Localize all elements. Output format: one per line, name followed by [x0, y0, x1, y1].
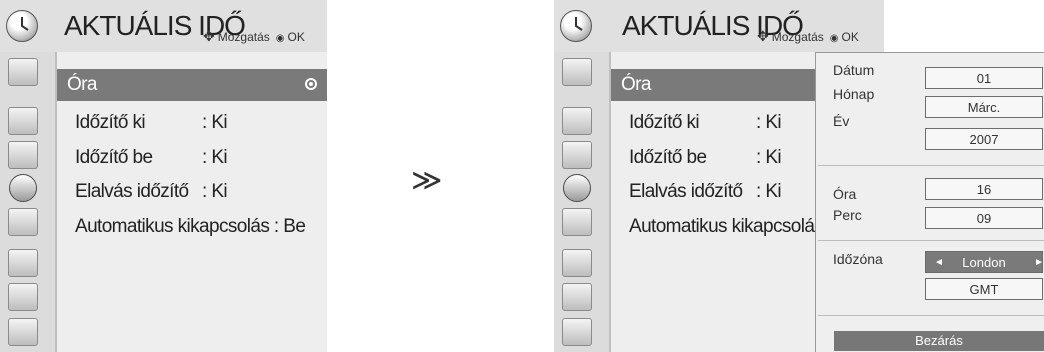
- menu-item-label: Automatikus kikapcsolá: [629, 216, 815, 237]
- settings-icon[interactable]: [8, 208, 38, 236]
- screen-icon[interactable]: [8, 107, 38, 135]
- ok-hint: OK: [841, 30, 859, 44]
- usb-icon[interactable]: [8, 318, 38, 346]
- move-arrows-icon: ✥: [757, 28, 769, 44]
- transition-arrow: ≫: [411, 164, 443, 197]
- usb-icon[interactable]: [562, 318, 592, 346]
- ok-icon: ◉: [829, 33, 839, 44]
- settings-icon[interactable]: [562, 208, 592, 236]
- menu-item-label: Időzítő ki: [75, 112, 146, 133]
- lock-icon[interactable]: [8, 249, 38, 277]
- clock-menu-icon[interactable]: [563, 174, 591, 202]
- arrow-right-icon[interactable]: ►: [1034, 252, 1044, 274]
- clock-icon: [560, 10, 592, 42]
- date-label: Dátum: [833, 62, 875, 78]
- arrow-left-icon[interactable]: ◄: [934, 252, 944, 274]
- close-button[interactable]: Bezárás: [834, 331, 1044, 351]
- lock-icon[interactable]: [562, 249, 592, 277]
- left-screen: AKTUÁLIS IDŐ ✥ Mozgatás ◉ OK Óra Időzítő ki…: [0, 0, 327, 352]
- timezone-value: London: [962, 255, 1006, 270]
- timezone-selector[interactable]: ◄ London ►: [925, 251, 1044, 274]
- menu-item-label: Időzítő ki: [629, 112, 700, 133]
- menu-item-label: Óra: [67, 74, 97, 95]
- year-label: Év: [833, 113, 850, 129]
- menu-item-value: : Ki: [202, 112, 228, 133]
- menu-item-value: : Ki: [756, 112, 782, 133]
- menu-item-label: Időzítő be: [629, 147, 707, 168]
- radio-selected-icon: [305, 78, 317, 90]
- clock-settings-panel: Dátum 01 Hónap Márc. Év 2007 Óra 16 Perc…: [815, 52, 1044, 352]
- menu-item-value: : Ki: [202, 147, 228, 168]
- year-field[interactable]: 2007: [925, 128, 1043, 150]
- minute-label: Perc: [833, 207, 862, 223]
- month-label: Hónap: [833, 86, 875, 102]
- input-icon[interactable]: [8, 283, 38, 311]
- picture-icon[interactable]: [8, 58, 38, 86]
- divider: [818, 315, 1044, 316]
- menu-item-ora[interactable]: Óra: [57, 69, 327, 101]
- ok-icon: ◉: [275, 33, 285, 44]
- move-arrows-icon: ✥: [203, 28, 215, 44]
- clock-menu-icon[interactable]: [9, 174, 37, 202]
- menu-item-label: Elalvás időzítő: [75, 181, 189, 202]
- menu-item-label: Elalvás időzítő: [629, 181, 743, 202]
- hour-field[interactable]: 16: [925, 178, 1043, 200]
- sidebar: [0, 52, 55, 352]
- hint-bar: ✥ Mozgatás ◉ OK: [757, 28, 859, 45]
- menu-item-value: : Ki: [202, 181, 228, 202]
- menu-list: Óra Időzítő ki : Ki Időzítő be : Ki Elal…: [55, 52, 327, 352]
- picture-icon[interactable]: [562, 58, 592, 86]
- ok-hint: OK: [287, 30, 305, 44]
- clock-icon: [6, 10, 38, 42]
- date-field[interactable]: 01: [925, 67, 1043, 89]
- divider: [818, 165, 1044, 166]
- timezone-offset: GMT: [925, 278, 1043, 300]
- hint-bar: ✥ Mozgatás ◉ OK: [203, 28, 305, 45]
- title-bar: AKTUÁLIS IDŐ ✥ Mozgatás ◉ OK: [554, 0, 884, 52]
- divider: [818, 240, 1044, 241]
- timezone-label: Időzóna: [833, 251, 883, 267]
- minute-field[interactable]: 09: [925, 207, 1043, 229]
- month-field[interactable]: Márc.: [925, 96, 1043, 118]
- title-bar: AKTUÁLIS IDŐ ✥ Mozgatás ◉ OK: [0, 0, 327, 52]
- move-hint: Mozgatás: [771, 30, 824, 44]
- menu-item-value: : Ki: [756, 181, 782, 202]
- hour-label: Óra: [833, 186, 857, 202]
- sidebar: [554, 52, 609, 352]
- move-hint: Mozgatás: [217, 30, 270, 44]
- screen-icon[interactable]: [562, 107, 592, 135]
- menu-item-label: Időzítő be: [75, 147, 153, 168]
- speaker-icon[interactable]: [8, 141, 38, 169]
- menu-item-label: Automatikus kikapcsolás : Be: [75, 216, 306, 237]
- speaker-icon[interactable]: [562, 141, 592, 169]
- input-icon[interactable]: [562, 283, 592, 311]
- menu-item-label: Óra: [621, 74, 651, 95]
- menu-item-value: : Ki: [756, 147, 782, 168]
